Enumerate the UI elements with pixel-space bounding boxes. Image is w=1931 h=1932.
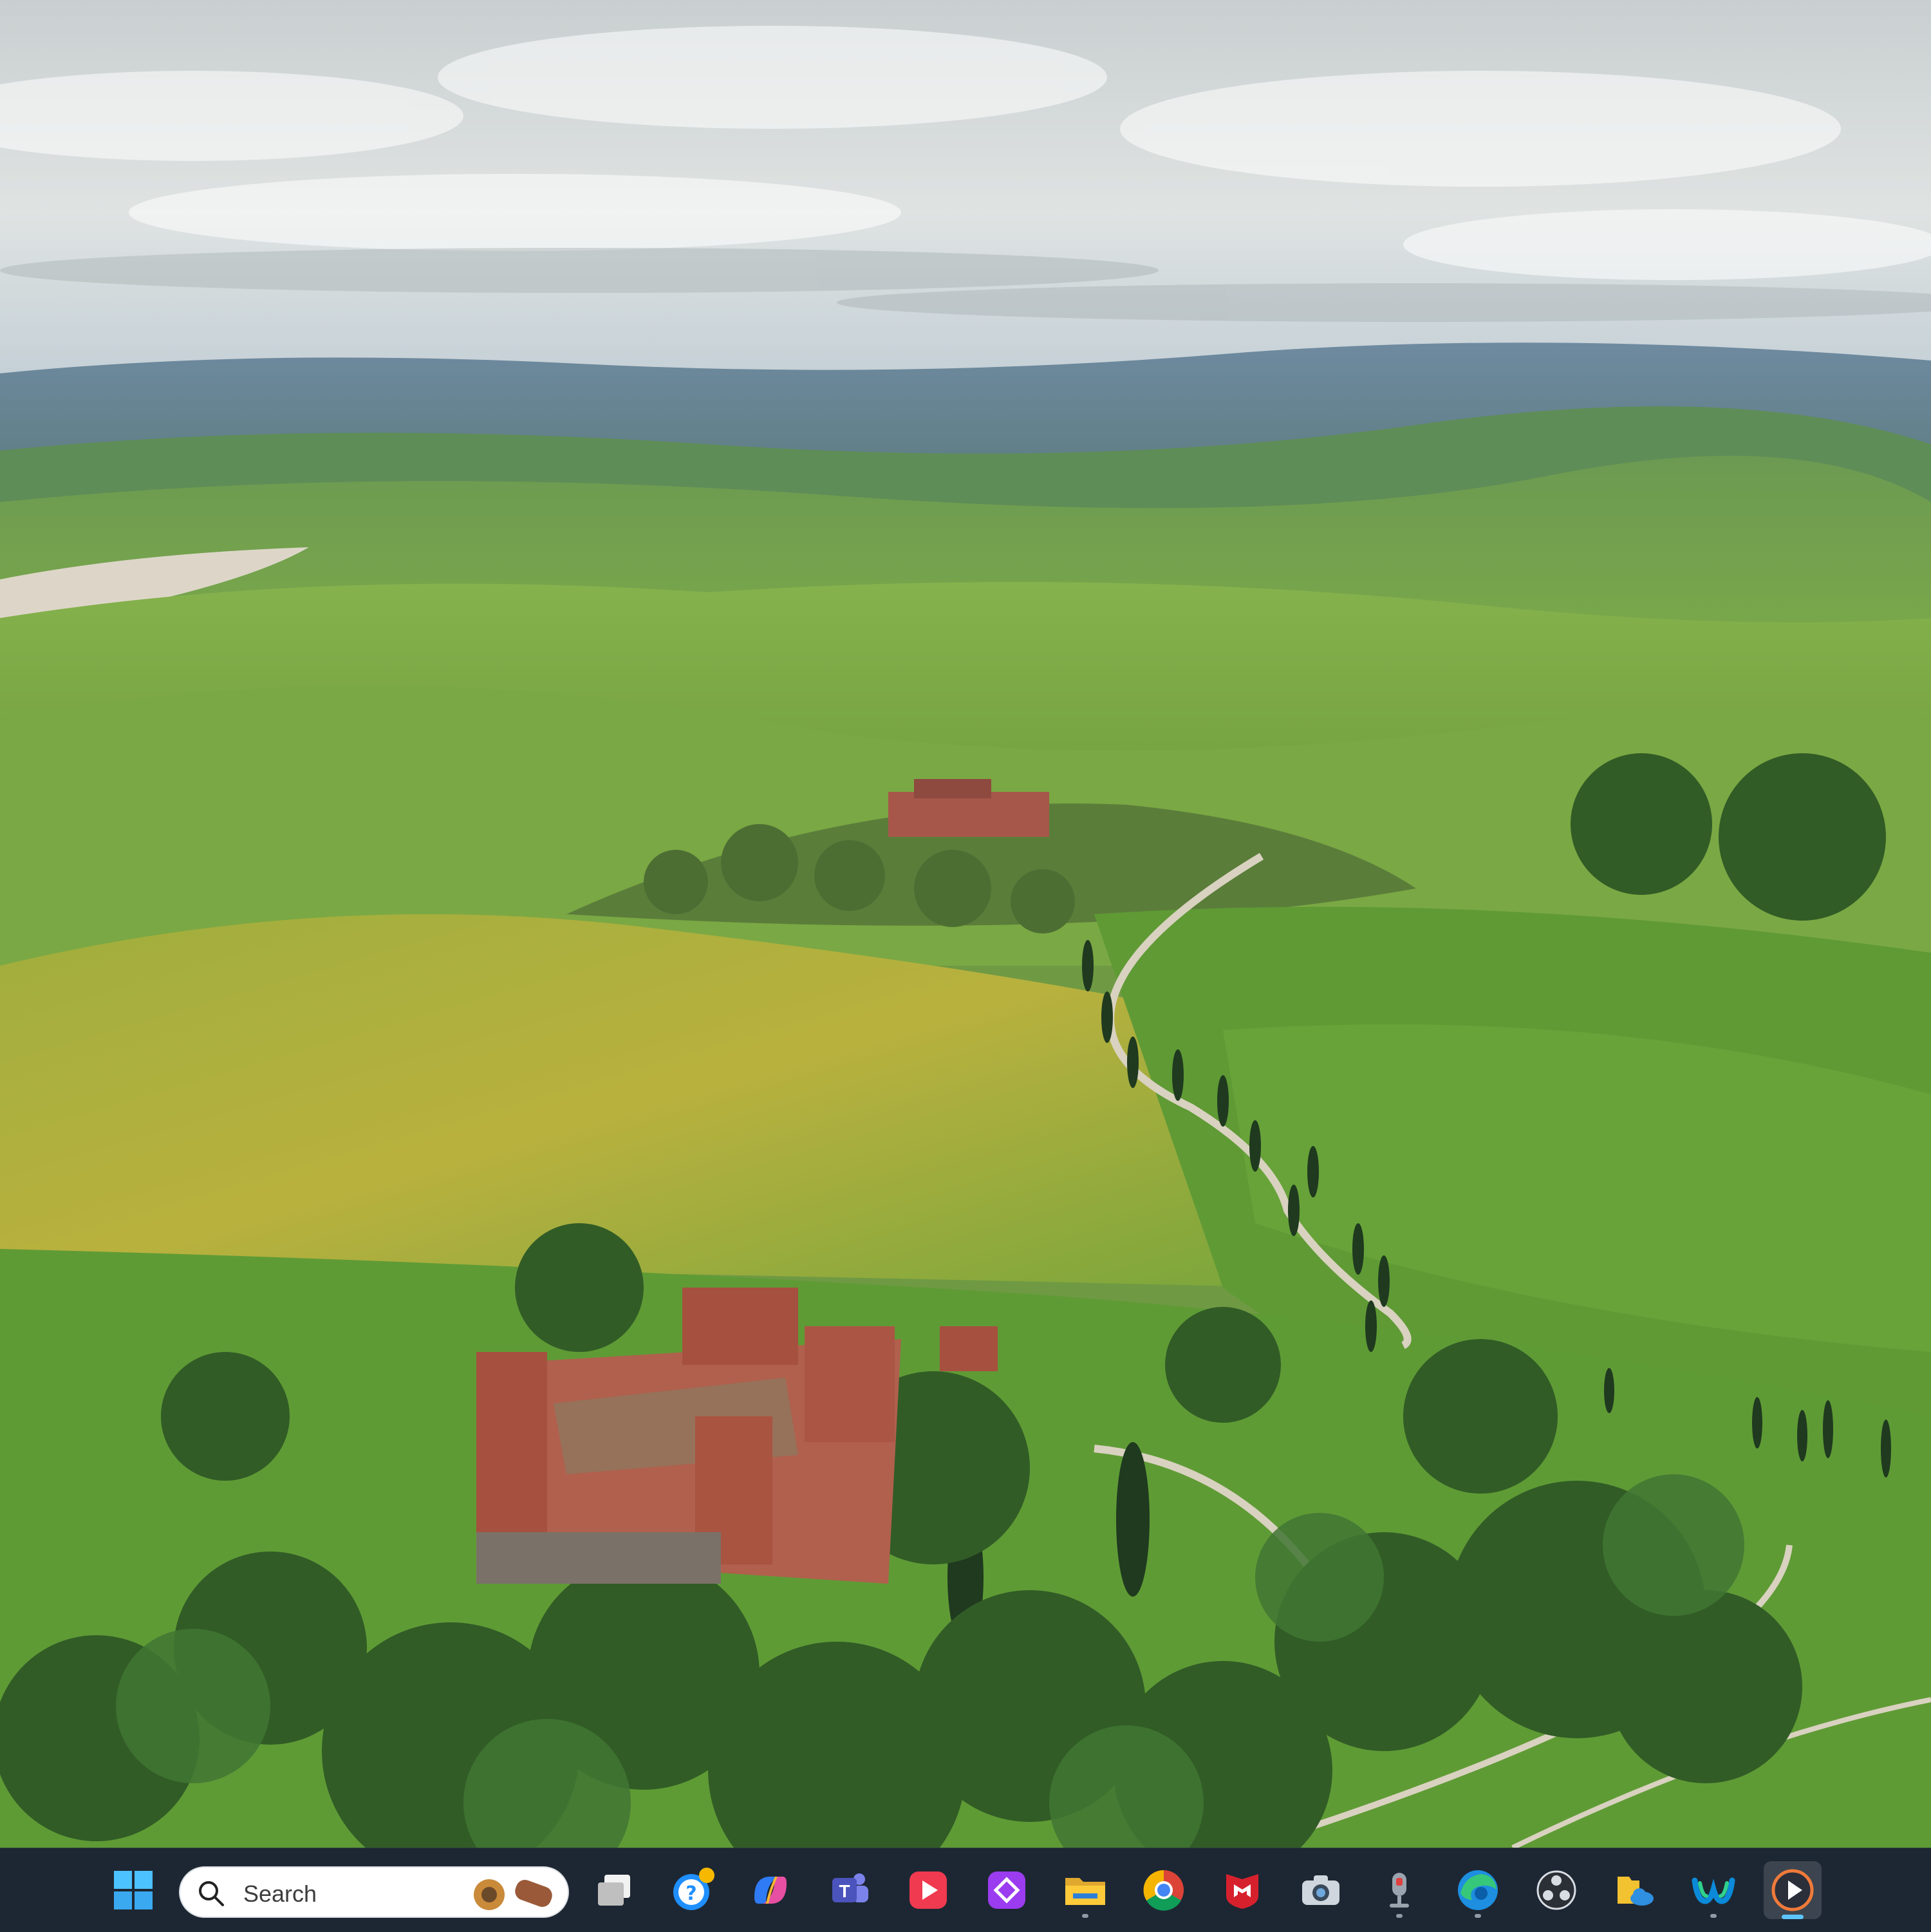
play-red-icon [910,1871,947,1909]
task-view-button[interactable] [586,1861,644,1919]
chrome-button[interactable] [1135,1861,1193,1919]
folder-cloud-icon [1618,1877,1654,1906]
taskbar: Search ? T [0,1848,1931,1932]
landscape-image [0,0,1931,1848]
running-indicator [1475,1914,1481,1918]
search-icon [199,1881,224,1906]
search-placeholder: Search [243,1880,317,1907]
microphone-icon [1390,1873,1409,1908]
copilot-icon [754,1877,787,1904]
voice-recorder-button[interactable] [1370,1861,1428,1919]
purple-app-button[interactable] [978,1861,1036,1919]
search-box[interactable]: Search [179,1866,569,1918]
folder-icon [1065,1878,1105,1905]
mcafee-icon [1226,1874,1258,1909]
camera-icon [1302,1875,1339,1905]
mcafee-button[interactable] [1213,1861,1271,1919]
diamond-app-icon [988,1871,1025,1909]
task-view-icon [598,1875,630,1906]
obs-studio-button[interactable] [1527,1861,1585,1919]
running-indicator [1396,1914,1403,1918]
media-player-icon [1771,1869,1814,1911]
svg-text:?: ? [686,1882,696,1905]
camera-button[interactable] [1292,1861,1350,1919]
help-icon: ? [673,1868,714,1910]
teams-button[interactable]: T [821,1861,879,1919]
media-player-button[interactable] [1764,1861,1822,1919]
windows-logo-icon [114,1871,153,1909]
video-player-button[interactable] [899,1861,957,1919]
webex-icon [1692,1877,1735,1904]
file-sync-button[interactable] [1606,1861,1664,1919]
webex-button[interactable] [1684,1861,1742,1919]
edge-button[interactable] [1449,1861,1507,1919]
file-explorer-button[interactable] [1056,1861,1114,1919]
running-indicator [1710,1914,1717,1918]
running-indicator [1082,1914,1088,1918]
active-app-indicator [1782,1915,1804,1919]
obs-icon [1536,1870,1576,1910]
get-help-button[interactable]: ? [664,1861,722,1919]
start-button[interactable] [104,1861,162,1919]
copilot-button[interactable] [742,1861,799,1919]
desktop-wallpaper [0,0,1931,1848]
chrome-icon [1143,1870,1184,1911]
search-highlight-icon [474,1879,552,1910]
svg-text:T: T [839,1881,850,1901]
edge-icon [1458,1870,1498,1910]
teams-icon: T [832,1873,868,1902]
